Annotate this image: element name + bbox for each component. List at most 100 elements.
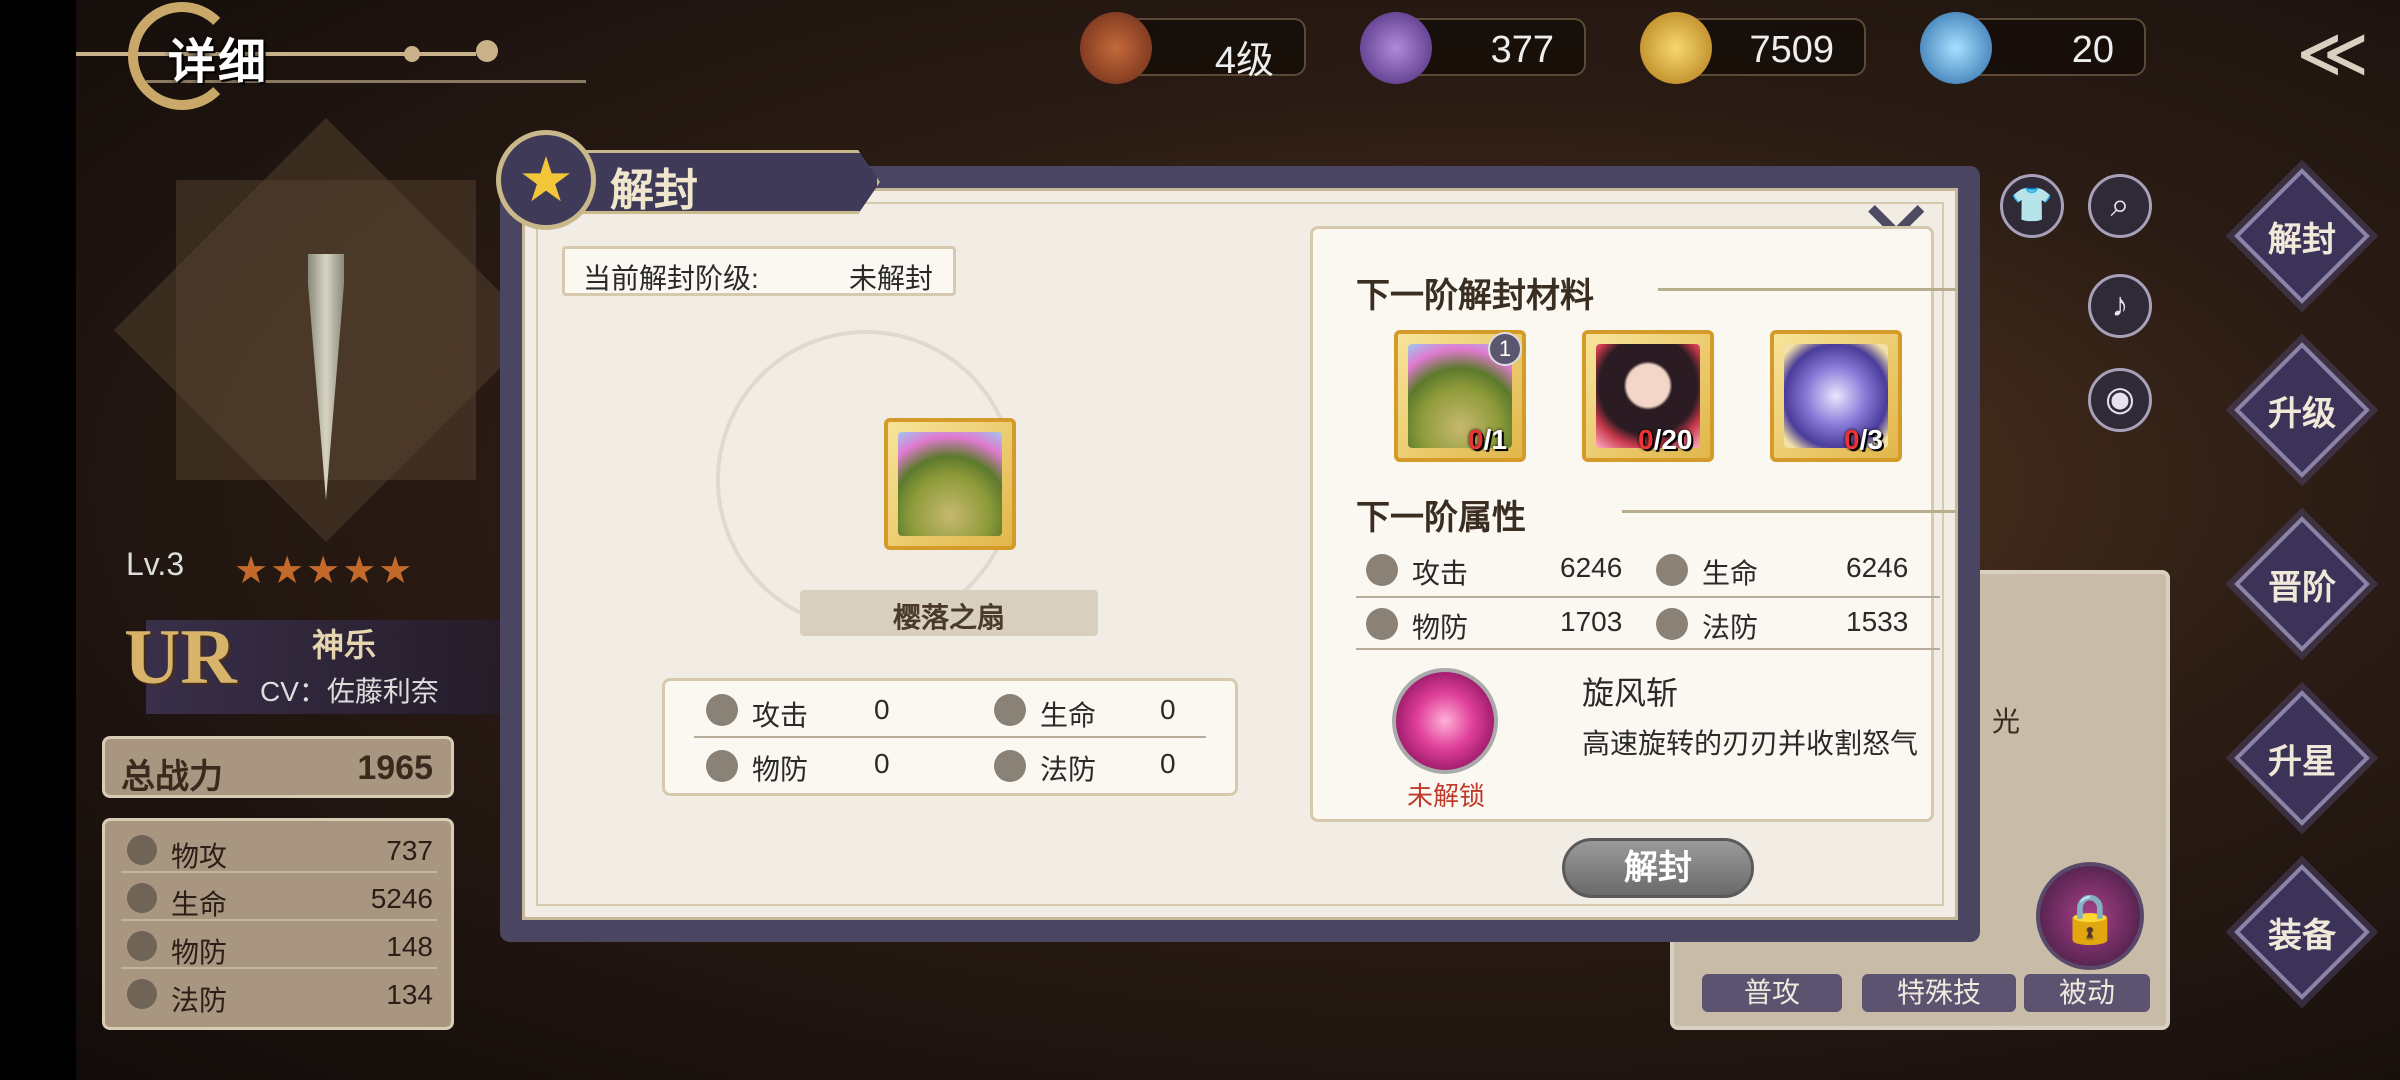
side-button-label: 装备 (2268, 917, 2336, 955)
gold-counter[interactable]: 7509 (1640, 12, 1866, 84)
stat-value: 0 (1160, 748, 1176, 779)
weapon-item[interactable] (884, 418, 1016, 550)
diamond-value: 20 (2071, 29, 2114, 71)
divider (694, 736, 1206, 738)
character-stats: 物攻 737 生命 5246 物防 148 法防 134 (102, 818, 454, 1030)
rarity-badge: UR (124, 613, 237, 700)
tab-special-skill[interactable]: 特殊技 (1862, 974, 2016, 1012)
diamond-counter[interactable]: 20 (1920, 12, 2146, 84)
star-medal-counter[interactable]: 377 (1360, 12, 1586, 84)
character-name: 神乐 (312, 627, 377, 663)
sound-icon[interactable]: ♪ (2088, 274, 2152, 338)
equipment-side-button[interactable]: 装备 (2234, 864, 2370, 1000)
item-name: 樱落之扇 (892, 602, 1005, 633)
stat-label: 生命 (171, 889, 228, 920)
material-have: 0 (1468, 424, 1484, 455)
heart-icon (127, 883, 157, 913)
attack-icon (127, 835, 157, 865)
class-emblem (113, 117, 539, 543)
stat-label: 法防 (1702, 612, 1759, 643)
material-need: /3 (1859, 424, 1883, 455)
stat-value: 148 (386, 931, 433, 962)
voice-actor: CV：佐藤利奈 (260, 676, 439, 707)
material-count: 0/1 (1468, 424, 1507, 456)
current-level-value: 未解封 (848, 263, 933, 294)
stat-label: 物攻 (171, 841, 228, 872)
stat-value: 134 (386, 979, 433, 1010)
eye-icon[interactable]: ◉ (2088, 368, 2152, 432)
title-bar: 详细 (76, 0, 636, 110)
stat-row: 法防 134 (121, 971, 437, 1017)
stat-label: 法防 (1040, 754, 1097, 785)
material-need: /1 (1483, 424, 1507, 455)
star-up-side-button[interactable]: 升星 (2234, 690, 2370, 826)
stat-label: 物防 (1412, 612, 1469, 643)
stat-value: 5246 (370, 883, 433, 914)
stat-value: 6246 (1846, 552, 1909, 583)
gold-value: 7509 (1749, 29, 1834, 71)
stat-value: 737 (386, 835, 433, 866)
material-need: /20 (1653, 424, 1693, 455)
stat-value: 0 (1160, 694, 1176, 725)
stat-row: 物攻 737 (121, 827, 437, 873)
side-button-label: 晋阶 (2268, 569, 2336, 607)
heart-icon (1656, 554, 1688, 586)
magic-shield-icon (994, 750, 1026, 782)
skill-panel-text: 光 (1992, 706, 2021, 737)
passive-skill-slot[interactable]: 🔒 (2036, 862, 2144, 970)
magic-shield-icon (1656, 608, 1688, 640)
current-level-label: 当前解封阶级: (583, 263, 759, 294)
total-power-label: 总战力 (121, 758, 223, 796)
star-icon: ★ (518, 146, 574, 215)
lock-icon: 🔒 (2060, 893, 2120, 946)
stat-label: 攻击 (752, 700, 809, 731)
materials-title: 下一阶解封材料 (1356, 277, 1594, 315)
unseal-side-button[interactable]: 解封 (2234, 168, 2370, 304)
shield-icon (127, 931, 157, 961)
magic-shield-icon (127, 979, 157, 1009)
chest-icon (1080, 12, 1152, 84)
material-have: 0 (1844, 424, 1860, 455)
shirt-icon[interactable]: 👕 (2000, 174, 2064, 238)
stat-row: 物防 148 (121, 923, 437, 969)
whirlwind-skill-icon[interactable] (1392, 668, 1498, 774)
star-medal-value: 377 (1490, 29, 1554, 71)
attack-icon (1366, 554, 1398, 586)
divider (1356, 648, 1940, 650)
gold-coin-icon (1640, 12, 1712, 84)
character-level: Lv.3 (126, 546, 185, 582)
current-unseal-level: 当前解封阶级: 未解封 (562, 246, 956, 296)
skill-name: 旋风斩 (1582, 675, 1679, 711)
total-power-box: 总战力 1965 (102, 736, 454, 798)
upgrade-side-button[interactable]: 升级 (2234, 342, 2370, 478)
stat-label: 法防 (171, 985, 228, 1016)
skill-description: 高速旋转的刃刃并收割怒气 (1582, 728, 1919, 759)
material-have: 0 (1638, 424, 1654, 455)
stat-row: 生命 5246 (121, 875, 437, 921)
total-power-value: 1965 (357, 749, 433, 787)
stat-value: 6246 (1560, 552, 1623, 583)
stat-label: 攻击 (1412, 558, 1469, 589)
player-level-counter: 4级 (1080, 12, 1306, 84)
stat-value: 0 (874, 748, 890, 779)
shield-icon (1366, 608, 1398, 640)
player-level-value: 4级 (1214, 40, 1274, 82)
count-badge: 1 (1488, 332, 1522, 366)
modal-title: 解封 (610, 166, 698, 215)
back-arrow-icon[interactable]: ≪ (2296, 18, 2386, 88)
ornament-dot (476, 40, 498, 62)
material-count: 0/3 (1844, 424, 1883, 456)
star-medal-icon (1360, 12, 1432, 84)
divider (1356, 596, 1940, 598)
unseal-button[interactable]: 解封 (1562, 838, 1754, 898)
star-rating: ★★★★★ (234, 550, 415, 592)
material-count: 0/20 (1638, 424, 1693, 456)
attributes-title: 下一阶属性 (1356, 499, 1526, 537)
advance-side-button[interactable]: 晋阶 (2234, 516, 2370, 652)
diamond-plus-icon (1920, 12, 1992, 84)
side-button-label: 升星 (2268, 743, 2336, 781)
tab-normal-attack[interactable]: 普攻 (1702, 974, 1842, 1012)
star-badge: ★ (496, 130, 596, 230)
search-icon[interactable]: ⌕ (2088, 174, 2152, 238)
tab-passive[interactable]: 被动 (2024, 974, 2150, 1012)
